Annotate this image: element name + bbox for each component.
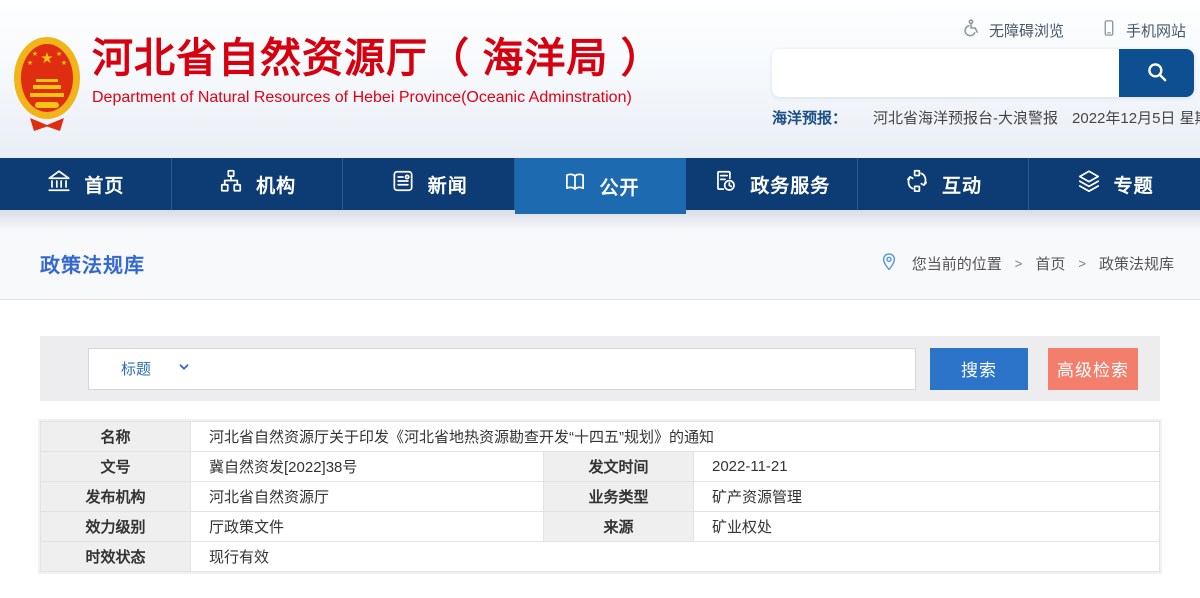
page-title: 政策法规库 (40, 249, 145, 278)
filter-box: 标题 (88, 348, 916, 390)
main-content: 标题 搜索 高级检索 名称 河北省自然资源厅关于印发《河北省地热资源勘查开发“十… (0, 300, 1200, 572)
site-brand[interactable]: ★ ★ ★ ★ ★ 河北省自然资源厅（ 海洋局 ） Department of … (10, 32, 663, 139)
row-label: 发文时间 (544, 452, 694, 482)
field-select[interactable]: 标题 (121, 358, 191, 379)
row-label: 名称 (41, 422, 191, 452)
document-detail-table: 名称 河北省自然资源厅关于印发《河北省地热资源勘查开发“十四五”规划》的通知 文… (40, 421, 1160, 572)
nav-item-news[interactable]: 新闻 (343, 158, 515, 210)
table-row: 效力级别 厅政策文件 来源 矿业权处 (41, 512, 1160, 542)
svg-text:★: ★ (56, 50, 62, 58)
table-row: 时效状态 现行有效 (41, 542, 1160, 572)
topics-layers-icon (1076, 168, 1102, 200)
breadcrumb: 您当前的位置 > 首页 > 政策法规库 (879, 252, 1174, 276)
org-icon (218, 168, 244, 200)
header-search-button[interactable] (1119, 49, 1194, 97)
breadcrumb-separator: > (1015, 256, 1023, 271)
news-icon (390, 168, 416, 200)
row-label: 文号 (41, 452, 191, 482)
nav-label: 公开 (600, 173, 640, 200)
site-header: 无障碍浏览 手机网站 ★ ★ ★ ★ ★ (0, 0, 1200, 158)
accessibility-icon (961, 18, 981, 42)
open-book-icon (562, 170, 588, 202)
mobile-site-label: 手机网站 (1126, 20, 1186, 41)
nav-item-org[interactable]: 机构 (172, 158, 344, 210)
table-row: 文号 冀自然资发[2022]38号 发文时间 2022-11-21 (41, 452, 1160, 482)
row-label: 业务类型 (544, 482, 694, 512)
breadcrumb-item-home[interactable]: 首页 (1035, 253, 1065, 274)
nav-label: 专题 (1114, 171, 1154, 198)
site-title: 河北省自然资源厅（ 海洋局 ） (92, 34, 663, 83)
svg-text:★: ★ (40, 50, 53, 67)
nav-label: 政务服务 (750, 171, 830, 198)
services-icon (712, 168, 738, 200)
site-subtitle: Department of Natural Resources of Hebei… (92, 89, 663, 107)
nav-label: 机构 (256, 171, 296, 198)
breadcrumb-location-label: 您当前的位置 (912, 253, 1002, 274)
accessibility-link[interactable]: 无障碍浏览 (961, 18, 1064, 42)
row-value: 现行有效 (191, 542, 1160, 572)
row-value: 厅政策文件 (191, 512, 544, 542)
home-icon (46, 168, 72, 200)
nav-item-home[interactable]: 首页 (0, 158, 172, 210)
field-select-label: 标题 (121, 358, 151, 379)
breadcrumb-separator: > (1078, 256, 1086, 271)
row-value: 河北省自然资源厅关于印发《河北省地热资源勘查开发“十四五”规划》的通知 (191, 422, 1160, 452)
svg-text:★: ★ (27, 59, 33, 67)
search-icon (1144, 59, 1170, 88)
ocean-forecast-bar: 海洋预报： 河北省海洋预报台-大浪警报 2022年12月5日 星期一 (772, 107, 1200, 128)
brand-text: 河北省自然资源厅（ 海洋局 ） Department of Natural Re… (92, 32, 663, 139)
nav-label: 首页 (84, 171, 124, 198)
svg-text:★: ★ (32, 50, 38, 58)
row-label: 来源 (544, 512, 694, 542)
row-value: 冀自然资发[2022]38号 (191, 452, 544, 482)
table-row: 发布机构 河北省自然资源厅 业务类型 矿产资源管理 (41, 482, 1160, 512)
advanced-search-button[interactable]: 高级检索 (1048, 348, 1138, 390)
nav-label: 互动 (942, 171, 982, 198)
mobile-site-link[interactable]: 手机网站 (1100, 18, 1186, 42)
row-label: 效力级别 (41, 512, 191, 542)
table-row: 名称 河北省自然资源厅关于印发《河北省地热资源勘查开发“十四五”规划》的通知 (41, 422, 1160, 452)
row-value: 2022-11-21 (694, 452, 1160, 482)
location-pin-icon (879, 252, 899, 276)
forecast-label: 海洋预报： (772, 107, 847, 128)
nav-item-services[interactable]: 政务服务 (686, 158, 858, 210)
row-label: 发布机构 (41, 482, 191, 512)
search-button[interactable]: 搜索 (930, 348, 1028, 390)
header-search (772, 49, 1194, 97)
breadcrumb-item-current[interactable]: 政策法规库 (1099, 253, 1174, 274)
accessibility-label: 无障碍浏览 (989, 20, 1064, 41)
search-filter-band: 标题 搜索 高级检索 (40, 336, 1160, 401)
interact-icon (904, 168, 930, 200)
forecast-station-link[interactable]: 河北省海洋预报台-大浪警报 (873, 107, 1058, 128)
forecast-date: 2022年12月5日 星期一 (1072, 107, 1200, 128)
nav-item-interact[interactable]: 互动 (858, 158, 1030, 210)
row-value: 矿产资源管理 (694, 482, 1160, 512)
row-label: 时效状态 (41, 542, 191, 572)
header-search-input[interactable] (772, 49, 1119, 97)
chevron-down-icon (177, 360, 191, 378)
breadcrumb-band: 政策法规库 您当前的位置 > 首页 > 政策法规库 (0, 228, 1200, 300)
row-value: 河北省自然资源厅 (191, 482, 544, 512)
national-emblem-logo: ★ ★ ★ ★ ★ (10, 32, 84, 139)
top-utility-links: 无障碍浏览 手机网站 (961, 18, 1186, 42)
svg-text:★: ★ (61, 59, 67, 67)
main-nav: 首页 机构 新闻 公开 (0, 158, 1200, 210)
mobile-phone-icon (1100, 18, 1118, 42)
row-value: 矿业权处 (694, 512, 1160, 542)
nav-item-topics[interactable]: 专题 (1029, 158, 1200, 210)
nav-label: 新闻 (428, 171, 468, 198)
nav-item-public[interactable]: 公开 (515, 158, 686, 214)
filter-search-input[interactable] (191, 349, 915, 389)
